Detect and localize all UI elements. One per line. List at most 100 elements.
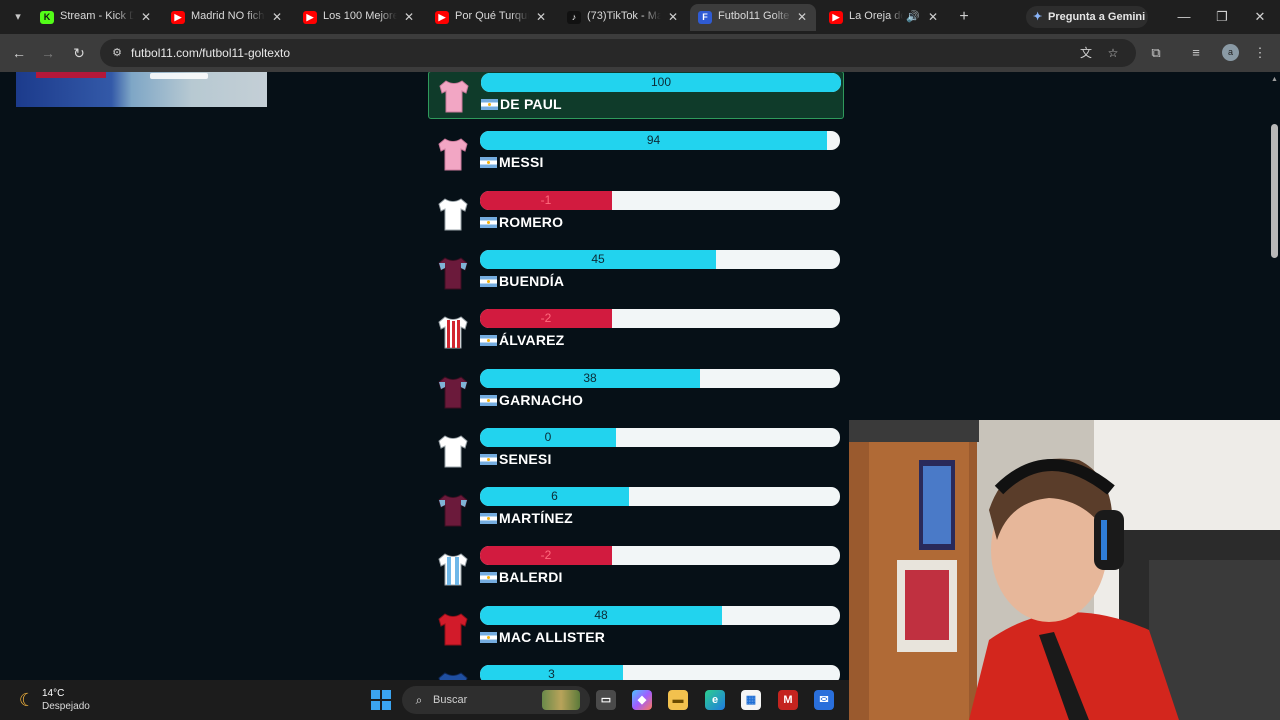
tab-search-chevron-icon[interactable]: ▾ — [8, 7, 28, 27]
windows-taskbar: ☾ 14°C Despejado ⌕ Buscar ▭ ◆ ▬ e ▦ M ✉ — [0, 680, 849, 720]
player-name: MAC ALLISTER — [499, 629, 606, 645]
youtube-icon: ▶ — [829, 11, 843, 24]
argentina-flag-icon — [480, 513, 497, 524]
close-window-button[interactable]: ✕ — [1248, 6, 1272, 28]
weather-description[interactable]: Despejado — [42, 701, 90, 712]
profile-avatar[interactable]: a — [1222, 44, 1239, 61]
banner-ad-image[interactable] — [16, 72, 267, 107]
ask-gemini-button[interactable]: ✦ Pregunta a Gemini — [1026, 6, 1148, 28]
argentina-flag-icon — [480, 572, 497, 583]
score-bar: 0 — [480, 428, 840, 447]
shirt-icon — [436, 492, 470, 528]
scroll-up-arrow-icon[interactable]: ▲ — [1270, 76, 1279, 84]
tab-title: Madrid NO ficha — [191, 10, 265, 22]
site-settings-icon[interactable]: ⚙ — [109, 45, 125, 61]
player-row: -2 ÁLVAREZ — [428, 308, 844, 356]
windows-start-icon[interactable] — [371, 690, 391, 710]
close-tab-icon[interactable]: ✕ — [533, 9, 549, 25]
tab-futbol11[interactable]: F Futbol11 Golte ✕ — [690, 4, 816, 31]
futbol11-icon: F — [698, 11, 712, 24]
banner-ad-text-block — [150, 73, 208, 79]
new-tab-button[interactable]: + — [954, 7, 974, 27]
task-view-icon[interactable]: ▭ — [596, 690, 616, 710]
tab-100-mejores[interactable]: ▶ Los 100 Mejores ✕ — [295, 4, 421, 31]
score-bar: 38 — [480, 369, 840, 388]
shirt-icon — [436, 314, 470, 350]
forward-arrow-icon[interactable]: → — [38, 43, 58, 63]
taskbar-search[interactable]: ⌕ Buscar — [402, 686, 590, 714]
tab-title: (73)TikTok - Ma — [587, 10, 661, 22]
tab-la-oreja[interactable]: ▶ La Oreja de 🔊 ✕ — [821, 4, 947, 31]
translate-icon[interactable]: 文 — [1078, 45, 1094, 61]
address-bar[interactable]: ⚙ futbol11.com/futbol11-goltexto 文 ☆ — [100, 39, 1136, 67]
reload-icon[interactable]: ↻ — [69, 43, 89, 63]
file-explorer-icon[interactable]: ▬ — [668, 690, 688, 710]
speaker-icon[interactable]: 🔊 — [905, 9, 921, 25]
player-row: 100 DE PAUL — [428, 72, 844, 119]
score-bar: 48 — [480, 606, 840, 625]
tab-title: Por Qué Turquía — [455, 10, 529, 22]
score-bar: 100 — [481, 73, 841, 92]
shirt-icon — [437, 78, 471, 114]
score-value: 6 — [551, 489, 558, 503]
close-tab-icon[interactable]: ✕ — [665, 9, 681, 25]
scrollbar-thumb[interactable] — [1271, 124, 1278, 258]
player-row: 48 MAC ALLISTER — [428, 605, 844, 653]
back-arrow-icon[interactable]: ← — [9, 43, 29, 63]
extensions-puzzle-icon[interactable]: ⧉ — [1146, 43, 1166, 63]
close-tab-icon[interactable]: ✕ — [401, 9, 417, 25]
restore-button[interactable]: ❐ — [1210, 6, 1234, 28]
gemini-sparkle-icon: ✦ — [1033, 11, 1043, 23]
tab-kick-stream[interactable]: K Stream - Kick Da ✕ — [32, 4, 158, 31]
player-row: 38 GARNACHO — [428, 368, 844, 416]
player-row: -2 BALERDI — [428, 545, 844, 593]
score-bar: 6 — [480, 487, 840, 506]
score-bar: -2 — [480, 546, 840, 565]
mcafee-shield-icon[interactable]: M — [778, 690, 798, 710]
close-tab-icon[interactable]: ✕ — [269, 9, 285, 25]
microsoft-store-icon[interactable]: ▦ — [741, 690, 761, 710]
player-name: BUENDÍA — [499, 273, 565, 289]
tab-turquia[interactable]: ▶ Por Qué Turquía ✕ — [427, 4, 553, 31]
score-bar: -1 — [480, 191, 840, 210]
player-name: MARTÍNEZ — [499, 510, 573, 526]
bookmark-star-icon[interactable]: ☆ — [1105, 45, 1121, 61]
media-controls-icon[interactable]: ≡ — [1186, 43, 1206, 63]
close-tab-icon[interactable]: ✕ — [794, 9, 810, 25]
shirt-icon — [436, 136, 470, 172]
argentina-flag-icon — [480, 276, 497, 287]
score-bar: 94 — [480, 131, 840, 150]
close-tab-icon[interactable]: ✕ — [925, 9, 941, 25]
player-name: MESSI — [499, 154, 544, 170]
edge-browser-icon[interactable]: e — [705, 690, 725, 710]
argentina-flag-icon — [480, 335, 497, 346]
kick-icon: K — [40, 11, 54, 24]
menu-kebab-icon[interactable]: ⋮ — [1250, 43, 1270, 63]
argentina-flag-icon — [480, 217, 497, 228]
score-bar: -2 — [480, 309, 840, 328]
tab-strip: ▾ K Stream - Kick Da ✕ ▶ Madrid NO ficha… — [0, 0, 1280, 34]
moon-weather-icon[interactable]: ☾ — [16, 689, 38, 711]
banner-ad-stripe — [36, 72, 106, 78]
score-value: -2 — [540, 548, 552, 562]
youtube-icon: ▶ — [171, 11, 185, 24]
tab-title: Los 100 Mejores — [323, 10, 397, 22]
browser-toolbar: ← → ↻ ⚙ futbol11.com/futbol11-goltexto 文… — [0, 34, 1280, 72]
url-text[interactable]: futbol11.com/futbol11-goltexto — [131, 46, 290, 60]
score-value: 94 — [646, 133, 661, 147]
close-tab-icon[interactable]: ✕ — [138, 9, 154, 25]
tab-madrid[interactable]: ▶ Madrid NO ficha ✕ — [163, 4, 289, 31]
outlook-icon[interactable]: ✉ — [814, 690, 834, 710]
weather-temperature[interactable]: 14°C — [42, 688, 64, 699]
score-value: -1 — [540, 193, 552, 207]
argentina-flag-icon — [480, 395, 497, 406]
player-row: 3 — [428, 664, 844, 680]
tab-tiktok[interactable]: ♪ (73)TikTok - Ma ✕ — [559, 4, 685, 31]
score-value: -2 — [540, 311, 552, 325]
argentina-flag-icon — [480, 454, 497, 465]
search-highlight-image — [542, 690, 580, 710]
gemini-label: Pregunta a Gemini — [1048, 11, 1146, 23]
shirt-icon — [436, 670, 470, 680]
copilot-icon[interactable]: ◆ — [632, 690, 652, 710]
minimize-button[interactable]: — — [1172, 6, 1196, 28]
